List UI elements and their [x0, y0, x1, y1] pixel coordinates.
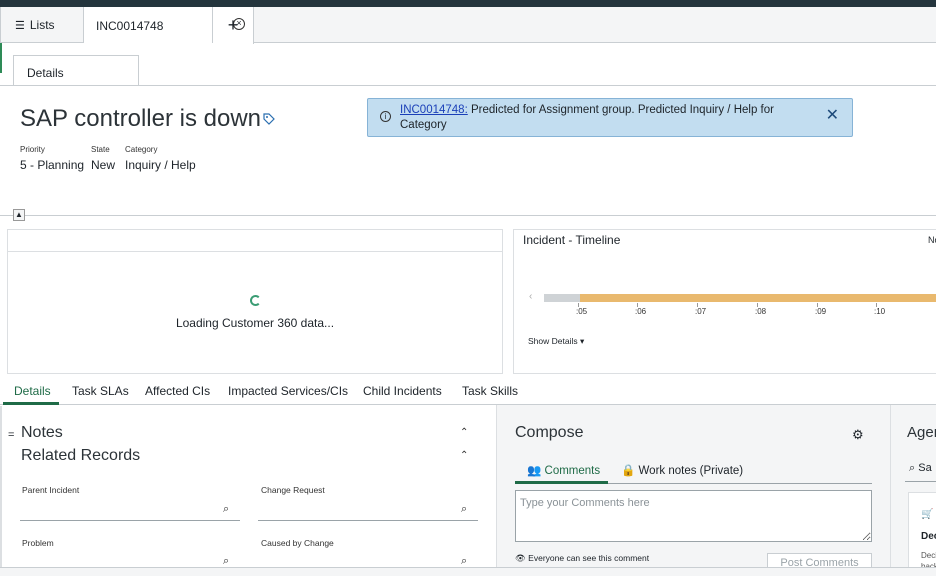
tab-impacted-services[interactable]: Impacted Services/CIs — [228, 384, 348, 398]
settings-sliders-icon[interactable]: ⚙ — [852, 427, 864, 443]
timeline-tick: :09 — [815, 303, 827, 316]
search-icon[interactable]: ⌕ — [223, 503, 229, 516]
incident-link[interactable]: INC0014748: — [400, 104, 468, 116]
tab-details-form[interactable]: Details — [13, 55, 139, 86]
problem-label: Problem — [22, 538, 54, 548]
category-value: Inquiry / Help — [125, 158, 196, 172]
prediction-alert: i INC0014748: Predicted for Assignment g… — [367, 98, 853, 137]
active-indicator — [0, 43, 2, 73]
state-label: State — [91, 145, 110, 154]
top-header-bar — [0, 0, 936, 7]
timeline-tick: :07 — [695, 303, 707, 316]
collapse-related-icon[interactable]: ⌃ — [460, 450, 468, 461]
search-icon[interactable]: ⌕ — [461, 503, 467, 516]
info-icon: i — [380, 111, 391, 122]
parent-incident-field[interactable] — [20, 520, 240, 521]
list-icon: ☰ — [15, 19, 25, 32]
change-request-field[interactable] — [258, 520, 478, 521]
priority-field: Priority 5 - Planning — [20, 145, 84, 172]
agent-assist-panel: Agent ⌕ Sa 🛒 Dec Deciback — [890, 405, 936, 576]
category-field: Category Inquiry / Help — [125, 145, 196, 172]
comments-input[interactable] — [515, 490, 872, 542]
timeline-right-label: No — [928, 235, 936, 245]
search-icon: ⌕ — [909, 462, 916, 474]
active-tab-indicator — [3, 402, 59, 405]
category-label: Category — [125, 145, 158, 154]
incident-timeline-panel: Incident - Timeline No ‹ :05 :06 :07 :08… — [513, 229, 936, 374]
timeline-tick: :10 — [874, 303, 886, 316]
agent-heading: Agent — [907, 424, 936, 441]
timeline-segment-elapsed — [544, 294, 580, 302]
tab-work-notes[interactable]: 🔒 Work notes (Private) — [621, 463, 743, 477]
chevron-left-icon[interactable]: ‹ — [529, 291, 532, 302]
active-tab-indicator — [515, 481, 608, 484]
tab-details[interactable]: Details — [14, 384, 51, 398]
divider — [0, 85, 936, 86]
notes-heading: Notes — [21, 424, 63, 441]
drag-handle-icon[interactable]: = — [8, 429, 14, 441]
related-records-heading: Related Records — [21, 447, 141, 464]
tab-record-label: INC0014748 — [96, 18, 164, 33]
state-value: New — [91, 158, 116, 172]
divider — [905, 481, 936, 482]
loading-spinner-icon — [250, 295, 261, 306]
eye-icon: 👁 — [515, 553, 526, 563]
tab-lists-label: Lists — [29, 18, 55, 32]
agent-search[interactable]: ⌕ Sa — [909, 462, 932, 475]
customer-360-panel: Loading Customer 360 data... — [7, 229, 503, 374]
divider — [8, 251, 502, 252]
people-icon: 👥 — [527, 465, 542, 477]
bottom-bar — [0, 567, 936, 576]
lock-icon: 🔒 — [621, 465, 636, 477]
visibility-note: 👁 Everyone can see this comment — [515, 553, 650, 563]
timeline-tick: :05 — [576, 303, 588, 316]
caused-by-change-label: Caused by Change — [261, 538, 334, 548]
cart-icon: 🛒 — [921, 509, 934, 520]
record-title: SAP controller is down — [20, 105, 262, 132]
state-field: State New — [91, 145, 115, 172]
tab-comments[interactable]: 👥 Comments — [527, 463, 600, 477]
change-request-label: Change Request — [261, 485, 325, 495]
collapse-header-button[interactable]: ▲ — [13, 209, 25, 221]
tab-affected-cis[interactable]: Affected CIs — [145, 384, 210, 398]
priority-value: 5 - Planning — [20, 158, 85, 172]
close-alert-icon[interactable]: ✕ — [826, 108, 839, 124]
compose-panel: Compose ⚙ 👥 Comments 🔒 Work notes (Priva… — [496, 405, 890, 576]
tab-task-slas[interactable]: Task SLAs — [72, 384, 129, 398]
agent-result-card[interactable]: 🛒 Dec Deciback — [908, 492, 936, 576]
tab-task-skills[interactable]: Task Skills — [462, 384, 518, 398]
timeline-segment-active[interactable] — [580, 294, 936, 302]
add-tab-button[interactable]: + — [212, 7, 254, 43]
loading-text: Loading Customer 360 data... — [175, 316, 335, 330]
show-details-button[interactable]: Show Details ▾ — [528, 336, 584, 347]
tab-lists[interactable]: ☰ Lists — [0, 7, 84, 43]
record-detail-tabs: Details Task SLAs Affected CIs Impacted … — [0, 380, 936, 405]
divider — [0, 406, 2, 576]
priority-label: Priority — [20, 145, 45, 154]
compose-heading: Compose — [515, 424, 584, 441]
workspace-tab-bar: ☰ Lists INC0014748 × + — [0, 7, 936, 44]
divider — [0, 215, 936, 216]
parent-incident-label: Parent Incident — [22, 485, 80, 495]
tab-child-incidents[interactable]: Child Incidents — [363, 384, 442, 398]
card-title: Dec — [921, 531, 936, 542]
timeline-tick: :08 — [755, 303, 767, 316]
timeline-title: Incident - Timeline — [523, 233, 621, 247]
collapse-notes-icon[interactable]: ⌃ — [460, 427, 468, 438]
timeline-tick: :06 — [635, 303, 647, 316]
tag-icon[interactable] — [263, 112, 275, 130]
